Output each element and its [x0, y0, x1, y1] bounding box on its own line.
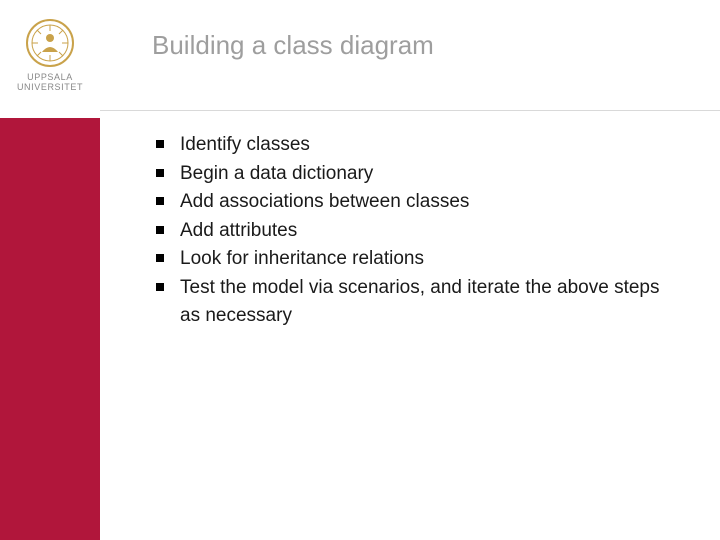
bullet-text: Add attributes	[180, 220, 297, 241]
university-logo: UPPSALA UNIVERSITET	[0, 18, 100, 93]
list-item: Begin a data dictionary	[152, 160, 680, 189]
content-area: Identify classes Begin a data dictionary…	[152, 131, 680, 331]
bullet-text: Begin a data dictionary	[180, 163, 373, 184]
bullet-text: Look for inheritance relations	[180, 248, 424, 269]
bullet-text: Identify classes	[180, 134, 310, 155]
list-item: Add attributes	[152, 217, 680, 246]
list-item: Add associations between classes	[152, 188, 680, 217]
university-name: UPPSALA UNIVERSITET	[0, 72, 100, 93]
seal-icon	[25, 18, 75, 68]
bullet-text: Add associations between classes	[180, 191, 469, 212]
bullet-icon	[156, 226, 164, 234]
list-item: Identify classes	[152, 131, 680, 160]
uni-line1: UPPSALA	[27, 72, 73, 82]
uni-line2: UNIVERSITET	[17, 82, 83, 92]
bullet-list: Identify classes Begin a data dictionary…	[152, 131, 680, 331]
bullet-icon	[156, 283, 164, 291]
sidebar: UPPSALA UNIVERSITET	[0, 0, 100, 540]
list-item: Test the model via scenarios, and iterat…	[152, 274, 680, 331]
slide-title: Building a class diagram	[152, 30, 680, 61]
list-item: Look for inheritance relations	[152, 245, 680, 274]
bullet-icon	[156, 140, 164, 148]
bullet-icon	[156, 197, 164, 205]
accent-bar	[0, 118, 100, 540]
slide: UPPSALA UNIVERSITET Building a class dia…	[0, 0, 720, 540]
main-content: Building a class diagram Identify classe…	[100, 0, 720, 540]
divider	[100, 110, 720, 111]
bullet-text: Test the model via scenarios, and iterat…	[180, 277, 660, 327]
bullet-icon	[156, 254, 164, 262]
bullet-icon	[156, 169, 164, 177]
